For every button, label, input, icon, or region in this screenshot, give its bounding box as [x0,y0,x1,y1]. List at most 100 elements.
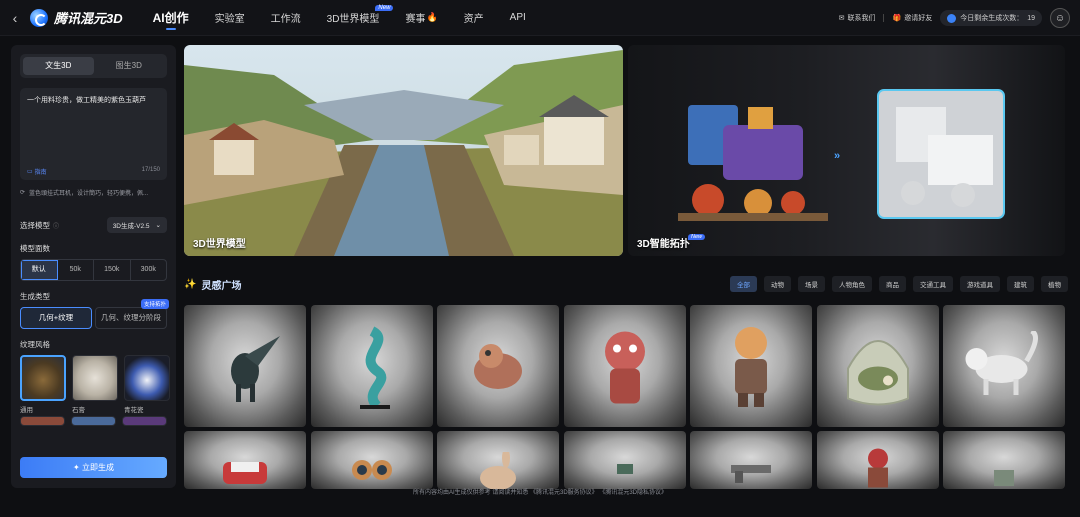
steampunk-dragon-model [474,344,522,389]
model-card[interactable] [437,431,559,489]
banner-title: 3D智能拓扑 [637,239,690,250]
texture-general-label: 通用 [20,407,33,414]
banner-3d-smart-topology[interactable]: » 3D智能拓扑 New [628,45,1065,256]
small-object-model [616,463,633,474]
chevron-down-icon: ⌄ [155,222,161,229]
faces-50k[interactable]: 50k [58,260,94,280]
new-badge: New [688,234,706,240]
topology-badge: 支持拓扑 [140,299,169,309]
prompt-suggestion[interactable]: ⟳ 蓝色頭挂式耳机，设计簡巧，轻巧便携，佩... [20,188,167,197]
nav-lab[interactable]: 实验室 [215,0,245,36]
book-icon: ▭ [27,169,33,175]
nav-3d-world-model-label: 3D世界模型 [326,14,380,25]
avatar[interactable]: ☺ [1050,8,1070,28]
model-card[interactable] [563,305,686,427]
topology-comparison-illustration [678,89,1005,221]
guide-label: 指南 [34,170,47,176]
model-card[interactable] [437,305,559,427]
model-card[interactable] [816,305,939,427]
texture-options: 通用 石膏 青花瓷 [20,355,170,414]
model-card[interactable] [310,305,433,427]
contact-link[interactable]: ✉ 联系我们 [839,13,876,23]
model-card[interactable] [943,305,1065,427]
brand-name: 腾讯混元3D [54,11,123,26]
filter-building[interactable]: 建筑 [1007,276,1034,292]
filter-scene[interactable]: 场景 [798,276,825,292]
white-tiger-model [965,331,1038,395]
gen-geometry-texture[interactable]: 几何+纹理 [20,307,92,329]
generate-button[interactable]: ✦ 立即生成 [20,457,167,478]
sparkle-icon: ✦ [73,463,80,472]
texture-plaster-label: 石膏 [72,407,85,414]
footer-disclaimer: 所有内容均由AI生成仅供参考 请阅读并知悉 《腾讯混元3D服务协议》 《腾讯混元… [412,490,667,496]
top-right-actions: ✉ 联系我们 🎁 邀请好友 今日剩余生成次数： 19 ☺ [839,0,1070,36]
texture-options-more [20,416,167,426]
filter-all[interactable]: 全部 [730,276,757,292]
texture-more-thumb[interactable] [122,416,167,426]
info-icon[interactable]: ⓘ [53,221,59,230]
model-card[interactable] [184,305,306,427]
filter-game-prop[interactable]: 游戏道具 [960,276,1000,292]
faces-segmented: 默认 50k 150k 300k [20,259,167,281]
quota-icon [947,13,957,23]
model-card[interactable] [184,431,306,489]
main-nav: AI创作 实验室 工作流 3D世界模型 New 赛事 🔥 资产 API [153,0,552,36]
texture-general[interactable]: 通用 [20,355,66,414]
logo[interactable]: 腾讯混元3D [30,8,123,27]
texture-general-thumb [20,355,66,401]
guide-link[interactable]: ▭ 指南 [27,167,47,176]
block-model [994,469,1014,486]
tab-text-to-3d[interactable]: 文生3D [23,57,94,75]
model-card[interactable] [310,431,433,489]
tiger-warrior-model [735,327,767,407]
faces-default[interactable]: 默认 [21,260,58,280]
filter-character[interactable]: 人物角色 [832,276,872,292]
texture-more-thumb[interactable] [71,416,116,426]
sparkle-icon: ✨ [184,278,197,290]
texture-porcelain[interactable]: 青花瓷 [124,355,170,414]
filter-vehicle[interactable]: 交通工具 [913,276,953,292]
mode-tabs: 文生3D 图生3D [20,54,167,78]
faces-150k[interactable]: 150k [94,260,131,280]
nav-contest[interactable]: 赛事 🔥 [405,0,437,36]
jade-dragon-model [359,326,390,410]
faces-300k[interactable]: 300k [131,260,167,280]
model-select[interactable]: 3D生成-V2.5 ⌄ [106,217,167,233]
model-card[interactable] [816,431,939,489]
model-card[interactable] [690,431,812,489]
quota-label: 今日剩余生成次数： [960,15,1024,22]
faces-label: 模型面数 [20,244,50,253]
inspiration-title: 灵感广场 [201,280,242,292]
nav-api[interactable]: API [510,0,526,36]
nav-3d-world-model[interactable]: 3D世界模型 New [326,0,394,36]
quota-badge: 今日剩余生成次数： 19 [940,10,1042,26]
banner-3d-world-model[interactable]: 3D世界模型 [184,45,623,256]
filter-plant[interactable]: 植物 [1041,276,1068,292]
model-card[interactable] [690,305,812,427]
filter-animal[interactable]: 动物 [764,276,791,292]
texture-plaster[interactable]: 石膏 [72,355,118,414]
goggles-creature-model [351,459,392,480]
model-card[interactable] [943,431,1065,489]
contact-label: 联系我们 [847,15,876,22]
texture-more-thumb[interactable] [20,416,65,426]
filter-product[interactable]: 商品 [879,276,906,292]
tab-image-to-3d[interactable]: 图生3D [94,57,165,75]
nav-ai-create[interactable]: AI创作 [153,0,189,36]
model-card[interactable] [563,431,686,489]
gen-staged[interactable]: 几何、纹理分阶段 [95,307,167,329]
nav-assets[interactable]: 资产 [464,0,484,36]
prompt-text[interactable]: 一个用料珍贵，做工精美的紫色玉葫芦 [27,95,160,106]
invite-link[interactable]: 🎁 邀请好友 [892,13,932,23]
prompt-input[interactable]: 一个用料珍贵，做工精美的紫色玉葫芦 ▭ 指南 17/150 [20,88,167,180]
back-arrow-icon[interactable]: ‹ [0,10,30,26]
lion-dance-model [604,331,645,404]
refresh-icon[interactable]: ⟳ [20,189,25,196]
model-label-wrap: 选择模型 ⓘ [20,220,59,231]
nav-workflow[interactable]: 工作流 [271,0,301,36]
inspiration-header: ✨ 灵感广场 全部 动物 场景 人物角色 商品 交通工具 游戏道具 建筑 植物 [184,275,1068,293]
model-value: 3D生成-V2.5 [112,223,150,230]
texture-label: 纹理风格 [20,340,50,349]
figurine-model [867,448,888,488]
texture-plaster-thumb [72,355,118,401]
